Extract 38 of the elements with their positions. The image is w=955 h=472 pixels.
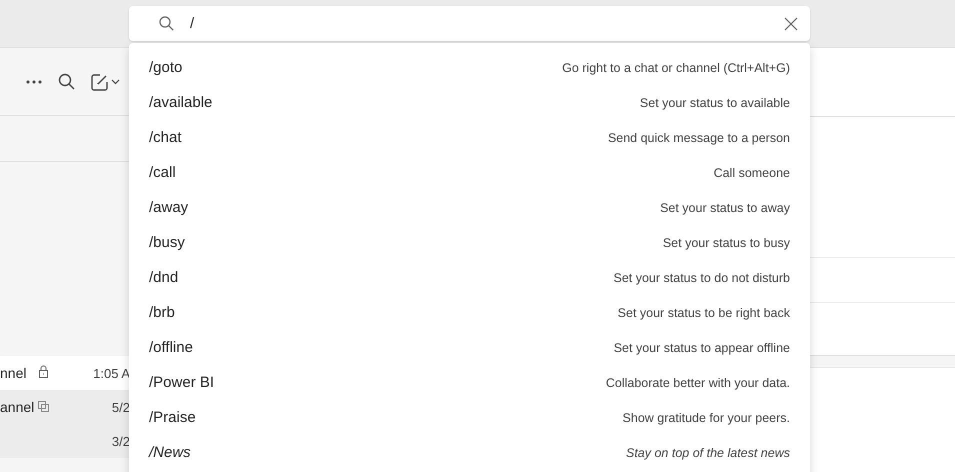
command-name[interactable]: /Power BI (149, 374, 214, 391)
channel-name: annel (0, 399, 34, 415)
command-description: Collaborate better with your data. (606, 376, 790, 390)
command-name[interactable]: /dnd (149, 269, 178, 286)
command-description: Set your status to busy (662, 236, 790, 250)
command-name[interactable]: /available (149, 94, 212, 111)
row-time: 5/2 (112, 400, 130, 414)
compose-icon[interactable] (91, 72, 121, 90)
channel-name: nnel (0, 365, 26, 381)
close-icon[interactable] (782, 14, 800, 32)
command-description: Set your status to be right back (618, 306, 790, 320)
command-description: Go right to a chat or channel (Ctrl+Alt+G) (562, 60, 790, 74)
command-name[interactable]: /away (149, 199, 188, 216)
command-description: Show gratitude for your peers. (622, 410, 790, 424)
command-description: Call someone (714, 166, 790, 180)
command-name[interactable]: /News (149, 444, 191, 461)
search-bar[interactable]: / (129, 6, 810, 41)
command-name[interactable]: /brb (149, 304, 175, 321)
command-description: Set your status to away (660, 200, 790, 214)
command-description: Set your status to do not disturb (614, 270, 790, 284)
command-description: Set your status to appear offline (614, 340, 790, 354)
more-icon[interactable] (26, 80, 42, 84)
command-name[interactable]: /Praise (149, 409, 196, 426)
row-time: 3/2 (112, 434, 130, 448)
command-name[interactable]: /chat (149, 129, 182, 146)
search-icon[interactable] (58, 73, 75, 90)
command-name[interactable]: /goto (149, 59, 182, 76)
command-name[interactable]: /busy (149, 234, 185, 251)
command-description: Set your status to available (640, 96, 790, 110)
command-name[interactable]: /call (149, 164, 176, 181)
command-name[interactable]: /offline (149, 339, 193, 356)
chat-row[interactable]: annel 5/2 (0, 390, 130, 424)
chat-row[interactable]: 3/2 (0, 424, 130, 458)
copy-icon (38, 401, 49, 412)
command-description: Stay on top of the latest news (626, 446, 790, 460)
search-icon (159, 16, 174, 31)
lock-icon (38, 365, 49, 378)
command-description: Send quick message to a person (608, 130, 790, 144)
